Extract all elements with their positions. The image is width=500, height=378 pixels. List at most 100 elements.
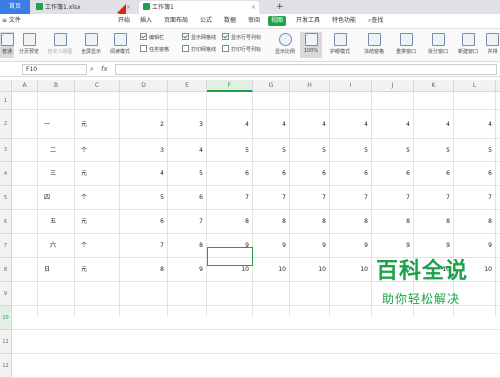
menu-developer[interactable]: 开发工具	[296, 14, 320, 28]
formula-input[interactable]	[115, 64, 497, 75]
name-box[interactable]: F10	[22, 64, 87, 75]
cell-d8[interactable]: 8	[120, 258, 164, 282]
cell-b8[interactable]: 日	[44, 258, 50, 282]
cell-e3[interactable]: 4	[168, 139, 203, 162]
column-header-k[interactable]: K	[414, 80, 454, 92]
fullscreen-button[interactable]: 全屏显示	[78, 32, 104, 58]
zoom-100-button[interactable]: 100%	[300, 32, 322, 58]
cell-i7[interactable]: 9	[330, 234, 368, 258]
cell-b6[interactable]: 五	[50, 210, 56, 234]
custom-view-button[interactable]: 自定义视图	[44, 32, 76, 58]
row-header-11[interactable]: 11	[0, 330, 12, 354]
cell-g2[interactable]: 4	[253, 110, 286, 139]
menu-home[interactable]: 开始	[118, 14, 130, 28]
cell-h2[interactable]: 4	[290, 110, 326, 139]
cell-f4[interactable]: 6	[207, 162, 249, 186]
eye-protection-button[interactable]: 护眼模式	[326, 32, 354, 58]
cell-d2[interactable]: 2	[120, 110, 164, 139]
close-tab-icon[interactable]: ×	[251, 1, 256, 14]
row-header-7[interactable]: 7	[0, 234, 12, 258]
cell-i5[interactable]: 7	[330, 186, 368, 210]
new-window-button[interactable]: 新建窗口	[455, 32, 481, 58]
cell-h7[interactable]: 9	[290, 234, 326, 258]
cell-d7[interactable]: 7	[120, 234, 164, 258]
cell-e7[interactable]: 8	[168, 234, 203, 258]
cell-i3[interactable]: 5	[330, 139, 368, 162]
row-header-2[interactable]: 2	[0, 110, 12, 139]
select-all-corner[interactable]	[0, 80, 12, 92]
column-header-g[interactable]: G	[253, 80, 290, 92]
freeze-panes-button[interactable]: 冻结窗格	[360, 32, 388, 58]
cell-j4[interactable]: 6	[372, 162, 410, 186]
normal-view-button[interactable]: 普通	[0, 32, 14, 58]
cell-c8[interactable]: 元	[81, 258, 87, 282]
new-tab-button[interactable]: +	[276, 0, 284, 14]
row-header-12[interactable]: 12	[0, 354, 12, 378]
menu-data[interactable]: 数据	[224, 14, 236, 28]
tab-workbook-1[interactable]: 工作簿1 ×	[139, 1, 259, 14]
cell-e6[interactable]: 7	[168, 210, 203, 234]
cell-l4[interactable]: 6	[454, 162, 492, 186]
cell-g6[interactable]: 8	[253, 210, 286, 234]
cell-d4[interactable]: 4	[120, 162, 164, 186]
cell-b2[interactable]: 一	[44, 110, 50, 139]
cell-b5[interactable]: 四	[44, 186, 50, 210]
row-header-5[interactable]: 5	[0, 186, 12, 210]
cell-k2[interactable]: 4	[414, 110, 450, 139]
column-header-m[interactable]: M	[496, 80, 500, 92]
column-header-e[interactable]: E	[168, 80, 207, 92]
cell-l3[interactable]: 5	[454, 139, 492, 162]
menu-insert[interactable]: 插入	[140, 14, 152, 28]
page-break-preview-button[interactable]: 分页预览	[16, 32, 42, 58]
cell-c7[interactable]: 个	[81, 234, 87, 258]
cell-e8[interactable]: 9	[168, 258, 203, 282]
cell-i8[interactable]: 10	[330, 258, 368, 282]
cell-i4[interactable]: 6	[330, 162, 368, 186]
column-header-d[interactable]: D	[120, 80, 168, 92]
cell-c6[interactable]: 元	[81, 210, 87, 234]
menu-special[interactable]: 特色功能	[332, 14, 356, 28]
tab-home[interactable]: 首页	[0, 0, 30, 14]
cell-g8[interactable]: 10	[253, 258, 286, 282]
cell-h4[interactable]: 6	[290, 162, 326, 186]
cell-h5[interactable]: 7	[290, 186, 326, 210]
cell-k4[interactable]: 6	[414, 162, 450, 186]
cell-c5[interactable]: 个	[81, 186, 87, 210]
split-window-button[interactable]: 拆分窗口	[424, 32, 452, 58]
cell-b7[interactable]: 六	[50, 234, 56, 258]
cell-l5[interactable]: 7	[454, 186, 492, 210]
cell-c2[interactable]: 元	[81, 110, 87, 139]
edit-bar-checkbox[interactable]: 编辑栏	[140, 33, 164, 42]
print-gridlines-checkbox[interactable]: 打印网格线	[182, 45, 216, 54]
cell-f5[interactable]: 7	[207, 186, 249, 210]
row-header-4[interactable]: 4	[0, 162, 12, 186]
column-header-f[interactable]: F	[207, 80, 253, 92]
row-header-10[interactable]: 10	[0, 306, 12, 330]
cell-j2[interactable]: 4	[372, 110, 410, 139]
cell-i6[interactable]: 8	[330, 210, 368, 234]
search-box[interactable]: ⌕查找	[368, 14, 383, 28]
cell-h6[interactable]: 8	[290, 210, 326, 234]
zoom-button[interactable]: 显示比例	[272, 32, 298, 58]
column-header-h[interactable]: H	[290, 80, 330, 92]
column-header-c[interactable]: C	[75, 80, 120, 92]
cell-h3[interactable]: 5	[290, 139, 326, 162]
zoom-formula-icon[interactable]: ⌕	[90, 64, 94, 74]
cell-g5[interactable]: 7	[253, 186, 286, 210]
cell-g4[interactable]: 6	[253, 162, 286, 186]
menu-file[interactable]: ≡ 文件	[2, 14, 21, 28]
side-by-side-button[interactable]: 并排	[485, 32, 500, 58]
cell-b4[interactable]: 三	[50, 162, 56, 186]
cell-d6[interactable]: 6	[120, 210, 164, 234]
cell-k5[interactable]: 7	[414, 186, 450, 210]
cell-d3[interactable]: 3	[120, 139, 164, 162]
cell-j6[interactable]: 8	[372, 210, 410, 234]
cell-c3[interactable]: 个	[81, 139, 87, 162]
menu-review[interactable]: 审阅	[248, 14, 260, 28]
cell-j5[interactable]: 7	[372, 186, 410, 210]
cell-e5[interactable]: 6	[168, 186, 203, 210]
cell-g7[interactable]: 9	[253, 234, 286, 258]
rearrange-windows-button[interactable]: 重排窗口	[392, 32, 420, 58]
menu-formulas[interactable]: 公式	[200, 14, 212, 28]
cell-f3[interactable]: 5	[207, 139, 249, 162]
